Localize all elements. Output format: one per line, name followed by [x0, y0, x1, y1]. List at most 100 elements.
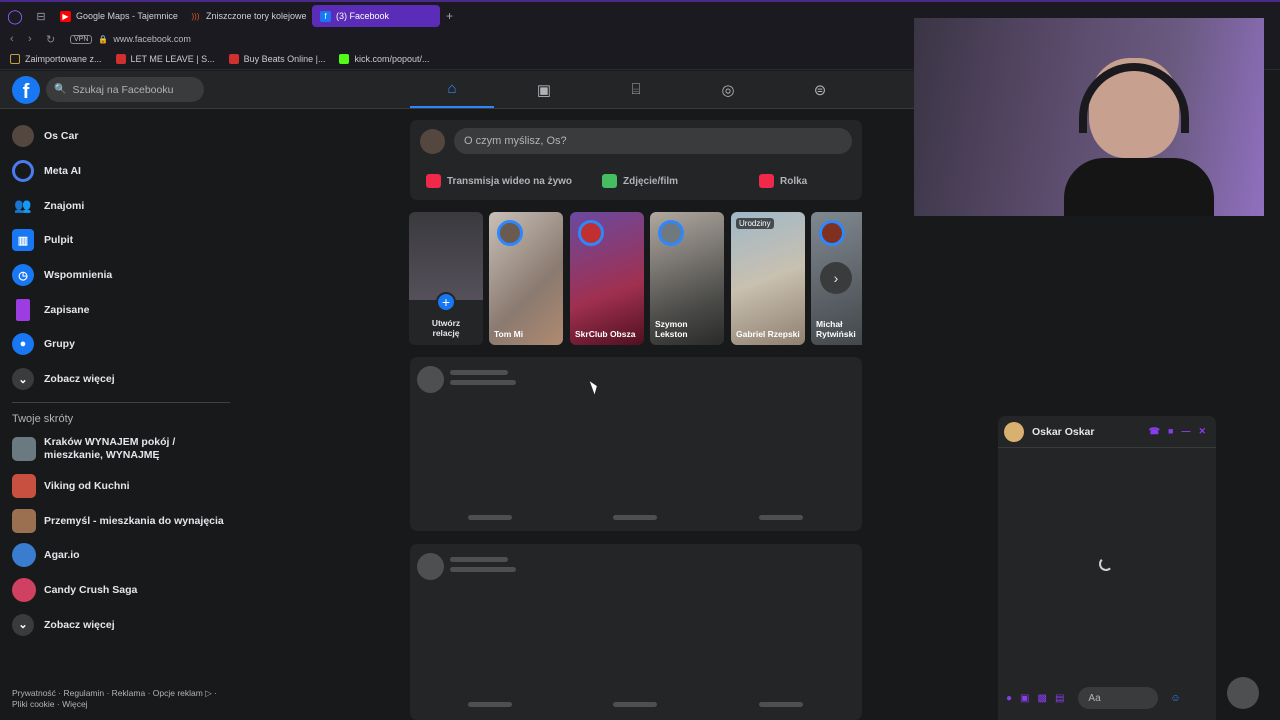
webcam-overlay [914, 18, 1264, 216]
bookmark[interactable]: Zaimportowane z... [10, 53, 102, 64]
tab-label: (3) Facebook [336, 11, 390, 21]
video-tab[interactable]: ▣ [502, 71, 586, 108]
stories-next-button[interactable]: › [820, 262, 852, 294]
bookmark-label: Zaimportowane z... [25, 53, 102, 64]
browser-tab-active[interactable]: f (3) Facebook [312, 5, 440, 27]
gif-icon[interactable]: ▤ [1055, 693, 1064, 704]
photo-icon [602, 174, 617, 188]
facebook-logo[interactable]: f [12, 76, 40, 104]
story-card[interactable]: Szymon Lekston [650, 212, 724, 345]
placeholder-line [450, 380, 516, 385]
chat-window: Oskar Oskar ☎ ■ — ✕ ● ▣ ▩ ▤ Aa ☺ [998, 416, 1216, 720]
shortcut-label: Przemyśl - mieszkania do wynajęcia [44, 514, 224, 527]
video-icon: ▣ [536, 81, 552, 99]
story-avatar [819, 220, 845, 246]
sidebar-item-meta-ai[interactable]: Meta AI [0, 154, 240, 189]
facebook-header: f 🔍 Szukaj na Facebooku ⌂ ▣ ⌸ ◎ ⊜ [0, 71, 914, 109]
sidebar-item-label: Znajomi [44, 199, 85, 212]
bookmark[interactable]: LET ME LEAVE | S... [115, 53, 215, 64]
gaming-tab[interactable]: ⊜ [778, 71, 862, 108]
chat-tools: ☎ ■ — ✕ [1149, 426, 1216, 437]
status-input[interactable]: O czym myślisz, Os? [454, 128, 852, 154]
shortcut-thumbnail [12, 473, 36, 498]
phone-icon[interactable]: ☎ [1149, 426, 1160, 437]
forward-icon[interactable]: › [28, 33, 46, 45]
sidebar-item-friends[interactable]: 👥 Znajomi [0, 188, 240, 223]
bookmark[interactable]: Buy Beats Online |... [228, 53, 326, 64]
shortcut-item[interactable]: Przemyśl - mieszkania do wynajęcia [0, 503, 240, 538]
opera-logo-icon[interactable]: ◯ [0, 2, 30, 30]
live-video-button[interactable]: Transmisja wideo na żywo [426, 170, 572, 192]
photo-video-button[interactable]: Zdjęcie/film [602, 170, 678, 192]
bookmark-favicon-icon [115, 53, 126, 64]
shortcuts-see-more[interactable]: ⌄ Zobacz więcej [0, 607, 240, 642]
shortcut-item[interactable]: Viking od Kuchni [0, 469, 240, 504]
sticker-icon[interactable]: ▩ [1038, 693, 1047, 704]
saved-icon [16, 298, 30, 321]
story-card[interactable]: SkrClub Obsza [570, 212, 644, 345]
sidebar-item-saved[interactable]: Zapisane [0, 292, 240, 327]
groups-tab[interactable]: ◎ [686, 71, 770, 108]
sidebar-item-label: Zobacz więcej [44, 373, 115, 386]
live-video-icon [426, 174, 441, 188]
vpn-badge[interactable]: VPN [70, 34, 93, 44]
chat-header[interactable]: Oskar Oskar ☎ ■ — ✕ [998, 416, 1216, 448]
stories-carousel: + Utwórz relację Tom Mi SkrClub Obsza Sz… [409, 212, 862, 345]
microphone-icon[interactable]: ● [1006, 693, 1012, 704]
loading-spinner [1099, 557, 1113, 571]
browser-tab[interactable]: ))) Zniszczone tory kolejowe [182, 5, 310, 27]
shortcut-item[interactable]: Kraków WYNAJEM pokój / mieszkanie, WYNAJ… [0, 429, 240, 469]
new-tab-button[interactable]: + [446, 9, 453, 23]
url-field[interactable]: www.facebook.com [113, 34, 191, 44]
lock-icon: 🔒 [98, 34, 109, 44]
marketplace-tab[interactable]: ⌸ [594, 71, 678, 108]
sidebar-see-more[interactable]: ⌄ Zobacz więcej [0, 362, 240, 397]
footer-line[interactable]: Pliki cookie · Więcej [12, 699, 232, 710]
message-placeholder: Aa [1088, 692, 1101, 704]
workspaces-icon[interactable]: ⊟ [30, 2, 52, 30]
new-message-button[interactable] [1227, 677, 1259, 709]
home-tab[interactable]: ⌂ [410, 71, 494, 108]
placeholder-avatar [417, 553, 444, 580]
shortcut-item[interactable]: Candy Crush Saga [0, 573, 240, 608]
video-call-icon[interactable]: ■ [1168, 426, 1173, 437]
folder-icon [10, 53, 20, 64]
reel-button[interactable]: Rolka [759, 170, 807, 192]
gaming-icon: ⊜ [813, 81, 827, 99]
reload-icon[interactable]: ↻ [46, 33, 64, 46]
create-story-card[interactable]: + Utwórz relację [409, 212, 483, 345]
sidebar-item-label: Zapisane [44, 303, 90, 316]
close-icon[interactable]: ✕ [1198, 426, 1206, 437]
story-name: Gabriel Rzepski [736, 329, 800, 339]
back-icon[interactable]: ‹ [10, 33, 28, 45]
sidebar-item-dashboard[interactable]: ▥ Pulpit [0, 223, 240, 258]
image-icon[interactable]: ▣ [1020, 693, 1029, 704]
search-input[interactable]: 🔍 Szukaj na Facebooku [46, 77, 204, 102]
message-input[interactable]: Aa [1078, 687, 1159, 709]
footer-line[interactable]: Prywatność · Regulamin · Reklama · Opcje… [12, 688, 232, 699]
story-card[interactable]: Urodziny Gabriel Rzepski [731, 212, 805, 345]
memories-icon: ◷ [12, 264, 34, 287]
story-card[interactable]: Tom Mi [489, 212, 563, 345]
emoji-icon[interactable]: ☺ [1170, 693, 1180, 704]
add-story-icon: + [436, 292, 456, 312]
chat-contact-name[interactable]: Oskar Oskar [1032, 426, 1094, 438]
bookmark-label: Buy Beats Online |... [243, 53, 326, 64]
sidebar-item-groups[interactable]: ● Grupy [0, 327, 240, 362]
story-name: SkrClub Obsza [575, 329, 636, 339]
browser-tab[interactable]: ▶ Google Maps - Tajemnice [52, 5, 180, 27]
shortcut-item[interactable]: Agar.io [0, 538, 240, 573]
profile-avatar [12, 125, 34, 148]
left-sidebar: Os Car Meta AI 👥 Znajomi ▥ Pulpit ◷ Wspomni… [0, 119, 240, 642]
sidebar-item-memories[interactable]: ◷ Wspomnienia [0, 258, 240, 293]
action-label: Transmisja wideo na żywo [447, 175, 573, 187]
bookmark-favicon-icon [228, 53, 239, 64]
status-placeholder: O czym myślisz, Os? [464, 135, 567, 147]
youtube-icon: ▶ [60, 10, 71, 22]
search-icon: 🔍 [54, 84, 67, 95]
bookmark[interactable]: kick.com/popout/... [339, 53, 430, 64]
story-name: Szymon Lekston [655, 319, 688, 339]
sidebar-item-profile[interactable]: Os Car [0, 119, 240, 154]
groups-icon: ◎ [721, 81, 735, 99]
minimize-icon[interactable]: — [1181, 426, 1190, 437]
